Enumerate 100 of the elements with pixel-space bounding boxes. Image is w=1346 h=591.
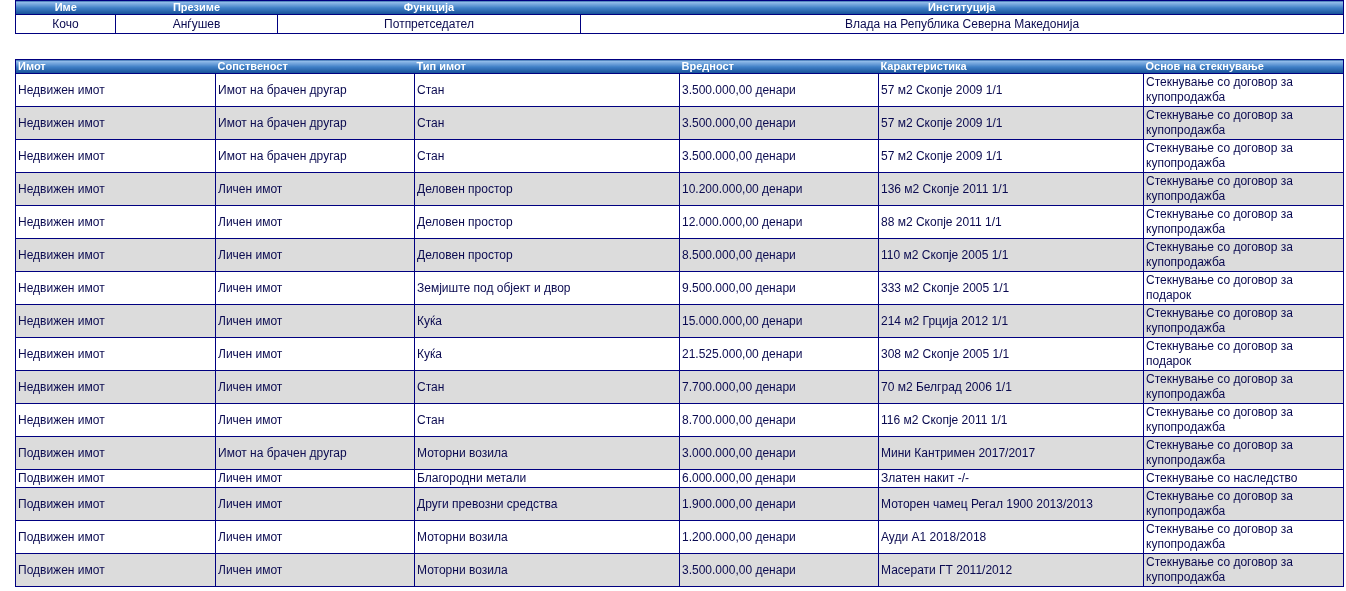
table-cell: 1.200.000,00 денари	[679, 520, 879, 554]
table-cell: 136 м2 Скопје 2011 1/1	[878, 172, 1144, 206]
table-cell: Мини Кантримен 2017/2017	[878, 436, 1144, 470]
table-cell: 3.500.000,00 денари	[679, 106, 879, 140]
table-cell: 21.525.000,00 денари	[679, 337, 879, 371]
table-cell: Моторни возила	[414, 436, 680, 470]
table-cell: Личен имот	[215, 403, 415, 437]
table-cell: 110 м2 Скопје 2005 1/1	[878, 238, 1144, 272]
table-cell: Стекнување со договор за купопродажба	[1143, 553, 1344, 587]
table-cell: 57 м2 Скопје 2009 1/1	[878, 106, 1144, 140]
table-cell: Недвижен имот	[15, 106, 216, 140]
table-cell: Стекнување со договор за купопродажба	[1143, 139, 1344, 173]
table-cell: 308 м2 Скопје 2005 1/1	[878, 337, 1144, 371]
table-cell: 3.000.000,00 денари	[679, 436, 879, 470]
table-cell: Личен имот	[215, 271, 415, 305]
table-cell: Недвижен имот	[15, 139, 216, 173]
table-cell: Стан	[414, 106, 680, 140]
table-cell: Стекнување со договор за купопродажба	[1143, 436, 1344, 470]
table-cell: Деловен простор	[414, 238, 680, 272]
table-cell: Масерати ГТ 2011/2012	[878, 553, 1144, 587]
table-cell: Личен имот	[215, 370, 415, 404]
table-cell: Недвижен имот	[15, 205, 216, 239]
table-cell: 57 м2 Скопје 2009 1/1	[878, 139, 1144, 173]
table-cell: Анѓушев	[115, 14, 278, 34]
table-cell: Подвижен имот	[15, 553, 216, 587]
table-cell: 1.900.000,00 денари	[679, 487, 879, 521]
table-cell: Личен имот	[215, 520, 415, 554]
table-cell: Стекнување со договор за купопродажба	[1143, 73, 1344, 107]
table-cell: Подвижен имот	[15, 436, 216, 470]
table-cell: Недвижен имот	[15, 337, 216, 371]
table-cell: 57 м2 Скопје 2009 1/1	[878, 73, 1144, 107]
table-cell: Стекнување со договор за купопродажба	[1143, 304, 1344, 338]
column-header: Институција	[580, 0, 1344, 15]
table-cell: Влада на Република Северна Македонија	[580, 14, 1344, 34]
table-cell: 9.500.000,00 денари	[679, 271, 879, 305]
table-cell: 10.200.000,00 денари	[679, 172, 879, 206]
table-cell: Потпретседател	[277, 14, 581, 34]
table-cell: Стекнување со договор за купопродажба	[1143, 238, 1344, 272]
table-cell: Личен имот	[215, 205, 415, 239]
column-header: Имот	[15, 59, 216, 74]
column-header: Карактеристика	[878, 59, 1144, 74]
table-cell: 8.700.000,00 денари	[679, 403, 879, 437]
column-header: Име	[15, 0, 116, 15]
table-cell: Куќа	[414, 304, 680, 338]
table-cell: Други превозни средства	[414, 487, 680, 521]
table-cell: 7.700.000,00 денари	[679, 370, 879, 404]
table-cell: 3.500.000,00 денари	[679, 553, 879, 587]
table-cell: Стекнување со договор за купопродажба	[1143, 172, 1344, 206]
table-cell: Подвижен имот	[15, 469, 216, 488]
column-header: Основ на стекнување	[1143, 59, 1344, 74]
table-cell: Имот на брачен другар	[215, 139, 415, 173]
table-cell: Недвижен имот	[15, 304, 216, 338]
table-cell: Земјиште под објект и двор	[414, 271, 680, 305]
table-cell: Стекнување со договор за купопродажба	[1143, 370, 1344, 404]
table-cell: Кочо	[15, 14, 116, 34]
table-cell: Недвижен имот	[15, 403, 216, 437]
table-cell: 214 м2 Грција 2012 1/1	[878, 304, 1144, 338]
table-cell: 6.000.000,00 денари	[679, 469, 879, 488]
table-cell: Стекнување со договор за купопродажба	[1143, 403, 1344, 437]
table-cell: Златен накит -/-	[878, 469, 1144, 488]
table-cell: Подвижен имот	[15, 487, 216, 521]
table-cell: Недвижен имот	[15, 172, 216, 206]
table-cell: 116 м2 Скопје 2011 1/1	[878, 403, 1144, 437]
table-cell: 88 м2 Скопје 2011 1/1	[878, 205, 1144, 239]
table-cell: Имот на брачен другар	[215, 106, 415, 140]
table-cell: Деловен простор	[414, 205, 680, 239]
column-header: Вредност	[679, 59, 879, 74]
table-cell: 3.500.000,00 денари	[679, 73, 879, 107]
column-header: Тип имот	[414, 59, 680, 74]
table-cell: Недвижен имот	[15, 271, 216, 305]
column-header: Сопственост	[215, 59, 415, 74]
table-cell: Стекнување со наследство	[1143, 469, 1344, 488]
table-cell: Стекнување со договор за подарок	[1143, 337, 1344, 371]
table-cell: Моторен чамец Регал 1900 2013/2013	[878, 487, 1144, 521]
table-cell: Моторни возила	[414, 520, 680, 554]
table-cell: Имот на брачен другар	[215, 436, 415, 470]
table-cell: Куќа	[414, 337, 680, 371]
table-cell: Стекнување со договор за купопродажба	[1143, 520, 1344, 554]
table-cell: Стан	[414, 139, 680, 173]
table-cell: 3.500.000,00 денари	[679, 139, 879, 173]
table-cell: Стекнување со договор за купопродажба	[1143, 487, 1344, 521]
table-cell: Деловен простор	[414, 172, 680, 206]
table-cell: 15.000.000,00 денари	[679, 304, 879, 338]
table-cell: Стан	[414, 73, 680, 107]
table-cell: 333 м2 Скопје 2005 1/1	[878, 271, 1144, 305]
table-cell: Личен имот	[215, 337, 415, 371]
table-cell: Подвижен имот	[15, 520, 216, 554]
column-header: Презиме	[115, 0, 278, 15]
table-cell: Личен имот	[215, 172, 415, 206]
column-header: Функција	[277, 0, 581, 15]
table-cell: Ауди А1 2018/2018	[878, 520, 1144, 554]
table-cell: 70 м2 Белград 2006 1/1	[878, 370, 1144, 404]
table-cell: Стекнување со договор за купопродажба	[1143, 205, 1344, 239]
table-cell: Личен имот	[215, 469, 415, 488]
table-cell: Недвижен имот	[15, 238, 216, 272]
table-cell: Стекнување со договор за купопродажба	[1143, 106, 1344, 140]
table-cell: Недвижен имот	[15, 73, 216, 107]
table-cell: Недвижен имот	[15, 370, 216, 404]
table-cell: 8.500.000,00 денари	[679, 238, 879, 272]
table-cell: Моторни возила	[414, 553, 680, 587]
